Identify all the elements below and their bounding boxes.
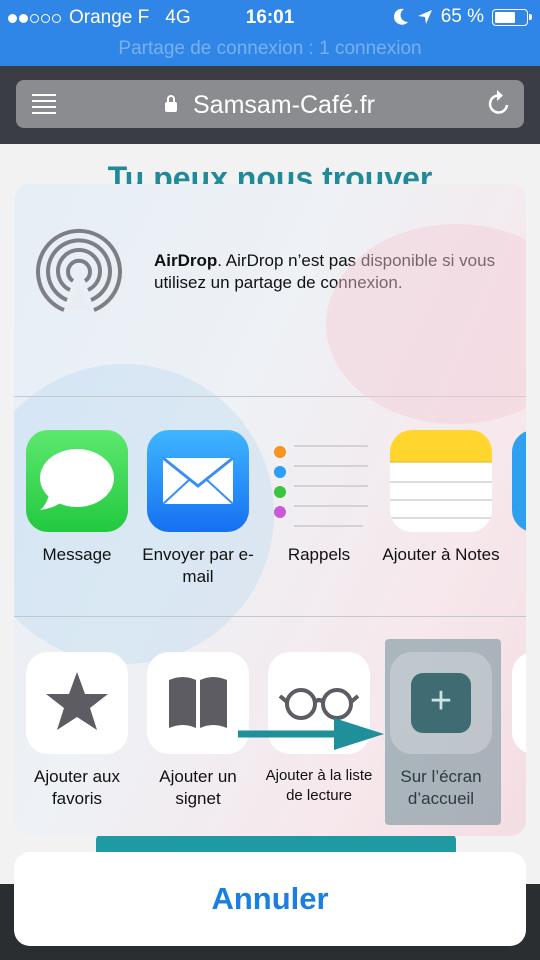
mail-icon: [147, 430, 249, 532]
browser-toolbar: Samsam-Café.fr: [0, 66, 540, 144]
cancel-button[interactable]: Annuler: [14, 852, 526, 946]
url-text: Samsam-Café.fr: [193, 91, 375, 119]
star-icon: [26, 652, 128, 754]
reminders-icon: [268, 430, 370, 532]
airdrop-icon: [36, 228, 122, 312]
divider: [14, 396, 526, 397]
messages-icon: [26, 430, 128, 532]
action-label: Sur l’écran d’accueil: [400, 767, 482, 808]
action-add-to-home-screen[interactable]: + Sur l’écran d’accueil: [381, 652, 501, 810]
app-label: Ajouter à Notes: [382, 545, 500, 564]
share-sheet: AirDrop. AirDrop n’est pas disponible si…: [14, 184, 526, 836]
battery-icon: [492, 8, 532, 26]
airdrop-title: AirDrop: [154, 251, 218, 270]
app-label: Rappels: [287, 545, 351, 564]
action-add-favorites[interactable]: Ajouter aux favoris: [17, 652, 137, 810]
status-bar: Orange F 4G 16:01 65 %: [0, 0, 540, 36]
airdrop-section: AirDrop. AirDrop n’est pas disponible si…: [14, 184, 526, 396]
app-label: Message: [42, 545, 112, 564]
lock-icon: [165, 95, 177, 112]
app-message[interactable]: Message: [17, 430, 137, 566]
app-label: Envoyer par e-mail: [142, 545, 254, 586]
battery-percentage: 65 %: [440, 6, 484, 27]
app-mail[interactable]: Envoyer par e-mail: [138, 430, 258, 588]
add-to-home-icon: +: [390, 652, 492, 754]
more-apps-icon[interactable]: [512, 430, 526, 532]
notes-icon: [390, 430, 492, 532]
reload-icon[interactable]: [486, 89, 512, 117]
divider: [14, 616, 526, 617]
action-label: Ajouter à la liste de lecture: [265, 767, 373, 804]
moon-icon: [393, 8, 408, 25]
hotspot-banner[interactable]: Partage de connexion : 1 connexion: [0, 36, 540, 66]
address-bar[interactable]: Samsam-Café.fr: [16, 80, 524, 128]
pointer-arrow: [238, 718, 384, 750]
more-actions-icon[interactable]: [512, 652, 526, 754]
app-reminders[interactable]: Rappels: [259, 430, 379, 566]
action-label: Ajouter un signet: [159, 767, 237, 808]
book-icon: [147, 652, 249, 754]
action-label: Ajouter aux favoris: [34, 767, 120, 808]
location-arrow-icon: [417, 10, 432, 24]
app-notes[interactable]: Ajouter à Notes: [381, 430, 501, 566]
